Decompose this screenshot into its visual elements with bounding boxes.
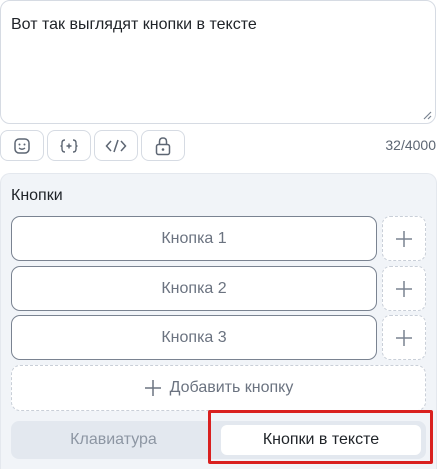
tab-inline-buttons[interactable]: Кнопки в тексте: [221, 425, 421, 455]
message-text: Вот так выглядят кнопки в тексте: [11, 16, 257, 33]
emoji-icon: [14, 137, 30, 154]
button-row: Кнопка 3: [11, 315, 426, 360]
button-row: Кнопка 1: [11, 216, 426, 261]
variable-icon: [60, 138, 78, 153]
button-row: Кнопка 2: [11, 266, 426, 311]
mode-switch: Клавиатура Кнопки в тексте: [11, 421, 426, 459]
keyboard-button-2[interactable]: Кнопка 2: [11, 266, 377, 311]
add-row-button[interactable]: [382, 216, 426, 261]
variable-button[interactable]: [47, 130, 91, 161]
tab-keyboard[interactable]: Клавиатура: [11, 421, 216, 459]
code-icon: [105, 139, 127, 152]
editor-toolbar: 32/4000: [0, 130, 436, 162]
message-textarea[interactable]: Вот так выглядят кнопки в тексте: [0, 0, 436, 124]
add-row-button[interactable]: [382, 266, 426, 311]
add-button-label: Добавить кнопку: [169, 379, 294, 396]
emoji-button[interactable]: [0, 130, 44, 161]
panel-title: Кнопки: [11, 187, 63, 204]
plus-icon: [144, 380, 161, 396]
add-row-button[interactable]: [382, 315, 426, 360]
keyboard-button-3[interactable]: Кнопка 3: [11, 315, 377, 360]
character-counter: 32/4000: [385, 137, 436, 153]
plus-icon: [396, 280, 412, 297]
add-button[interactable]: Добавить кнопку: [11, 365, 426, 411]
resize-handle-icon[interactable]: [422, 110, 432, 120]
plus-icon: [396, 230, 412, 247]
code-button[interactable]: [94, 130, 138, 161]
lock-icon: [155, 136, 171, 155]
plus-icon: [396, 329, 412, 346]
lock-button[interactable]: [141, 130, 185, 161]
keyboard-button-1[interactable]: Кнопка 1: [11, 216, 377, 261]
buttons-panel: Кнопки Кнопка 1 Кнопка 2 Кнопка 3 Добави…: [0, 173, 437, 469]
